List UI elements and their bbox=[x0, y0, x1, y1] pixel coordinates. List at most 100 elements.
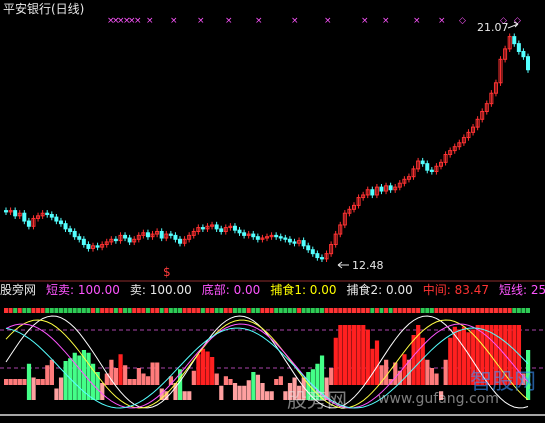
indicator-bar-1 bbox=[8, 379, 13, 385]
strip-cell-22 bbox=[104, 308, 109, 313]
indicator-legend: 股旁网 短卖: 100.00 卖: 100.00 底部: 0.00 捕食1: 0.00… bbox=[0, 284, 545, 298]
strip-cell-3 bbox=[17, 308, 22, 313]
low-price-label: 12.48 bbox=[352, 259, 384, 272]
indicator-bar-100 bbox=[461, 326, 467, 385]
indicator-bar-6 bbox=[31, 377, 36, 400]
strip-cell-4 bbox=[22, 308, 27, 313]
strip-cell-8 bbox=[40, 308, 45, 313]
signal-marker-17: ◇ bbox=[459, 16, 466, 26]
strip-cell-25 bbox=[118, 308, 123, 313]
strip-cell-76 bbox=[352, 308, 356, 313]
indicator-bar-41 bbox=[191, 370, 196, 385]
strip-cell-112 bbox=[516, 308, 521, 313]
indicator-bar-47 bbox=[219, 385, 224, 400]
strip-cell-71 bbox=[329, 308, 334, 313]
candle-body-46 bbox=[214, 224, 219, 230]
candle-body-59 bbox=[274, 234, 279, 238]
strip-cell-16 bbox=[77, 308, 82, 313]
candle-body-0 bbox=[4, 210, 8, 213]
indicator-item-0: 短卖: 100.00 bbox=[46, 283, 120, 297]
indicator-bar-92 bbox=[425, 359, 430, 385]
indicator-bar-11 bbox=[54, 388, 59, 400]
strip-cell-26 bbox=[123, 308, 128, 313]
indicator-bar-53 bbox=[246, 380, 251, 400]
signal-marker-8: × bbox=[197, 16, 205, 26]
strip-cell-82 bbox=[379, 308, 384, 313]
candle-body-11 bbox=[54, 216, 59, 222]
indicator-bar-16 bbox=[77, 355, 82, 400]
candle-body-47 bbox=[219, 228, 224, 232]
indicator-bar-44 bbox=[205, 351, 210, 385]
candle-body-36 bbox=[168, 233, 173, 236]
indicator-bar-10 bbox=[49, 359, 54, 385]
signal-marker-11: × bbox=[291, 16, 299, 26]
indicator-bar-4 bbox=[22, 379, 27, 385]
indicator-bar-73 bbox=[338, 325, 343, 385]
candle-body-113 bbox=[521, 50, 526, 58]
indicator-bar-60 bbox=[278, 376, 283, 385]
indicator-bar-52 bbox=[242, 385, 247, 400]
strip-cell-67 bbox=[310, 308, 315, 313]
strip-cell-44 bbox=[205, 308, 210, 313]
strip-cell-50 bbox=[232, 308, 237, 313]
candle-body-16 bbox=[77, 236, 82, 240]
indicator-bar-81 bbox=[374, 340, 380, 385]
strip-cell-68 bbox=[315, 308, 320, 313]
strip-cell-64 bbox=[297, 308, 302, 313]
indicator-bar-2 bbox=[13, 379, 18, 385]
candle-body-80 bbox=[370, 189, 375, 196]
indicator-bar-46 bbox=[214, 373, 219, 385]
indicator-bar-83 bbox=[384, 359, 389, 385]
strip-cell-104 bbox=[480, 308, 485, 313]
indicator-bar-19 bbox=[91, 363, 96, 400]
indicator-bars bbox=[4, 308, 531, 400]
strip-cell-102 bbox=[471, 308, 476, 313]
indicator-bar-33 bbox=[155, 362, 160, 385]
candle-body-24 bbox=[113, 238, 118, 242]
strip-cell-101 bbox=[466, 308, 471, 313]
strip-cell-31 bbox=[145, 308, 150, 313]
candle-body-65 bbox=[301, 240, 306, 247]
strip-cell-24 bbox=[113, 308, 118, 313]
candle-body-17 bbox=[81, 238, 86, 246]
strip-cell-98 bbox=[452, 308, 457, 313]
indicator-bar-51 bbox=[237, 385, 242, 400]
strip-cell-73 bbox=[338, 308, 343, 313]
candle-body-51 bbox=[237, 229, 242, 234]
indicator-bar-54 bbox=[251, 372, 256, 400]
candle-body-15 bbox=[72, 230, 77, 238]
strip-cell-33 bbox=[155, 308, 160, 313]
strip-cell-75 bbox=[347, 308, 352, 313]
indicator-bar-57 bbox=[265, 391, 270, 400]
strip-cell-110 bbox=[507, 308, 512, 313]
strip-cell-49 bbox=[228, 308, 233, 313]
indicator-bar-12 bbox=[58, 377, 64, 400]
indicator-bar-21 bbox=[100, 383, 105, 400]
indicator-bar-48 bbox=[223, 376, 228, 385]
indicator-bar-87 bbox=[402, 354, 407, 385]
strip-cell-72 bbox=[333, 308, 338, 313]
candle-body-20 bbox=[95, 245, 100, 248]
indicator-bar-5 bbox=[26, 363, 32, 400]
candle-body-5 bbox=[26, 220, 31, 227]
strip-cell-51 bbox=[237, 308, 242, 313]
indicator-bar-29 bbox=[136, 368, 141, 385]
indicator-bar-76 bbox=[352, 325, 357, 385]
kline-chart: ×××××× × × × × × × × × × × × ◇ ◇ ◇ bbox=[0, 16, 545, 416]
strip-cell-45 bbox=[210, 308, 215, 313]
candle-body-54 bbox=[251, 233, 256, 238]
strip-cell-88 bbox=[406, 308, 411, 313]
candle-body-37 bbox=[173, 234, 178, 240]
signal-marker-13: × bbox=[361, 16, 369, 26]
indicator-bar-99 bbox=[457, 329, 462, 385]
candle-body-2 bbox=[13, 210, 18, 217]
strip-cell-12 bbox=[58, 308, 63, 313]
strip-cell-66 bbox=[306, 308, 311, 313]
strip-cell-32 bbox=[150, 308, 155, 313]
indicator-items: 短卖: 100.00 卖: 100.00 底部: 0.00 捕食1: 0.00 捕食2:… bbox=[46, 284, 545, 298]
strip-cell-94 bbox=[434, 308, 439, 313]
indicator-bar-78 bbox=[361, 325, 366, 385]
candle-body-4 bbox=[22, 212, 27, 222]
strip-cell-99 bbox=[457, 308, 462, 313]
strip-cell-54 bbox=[251, 308, 256, 313]
